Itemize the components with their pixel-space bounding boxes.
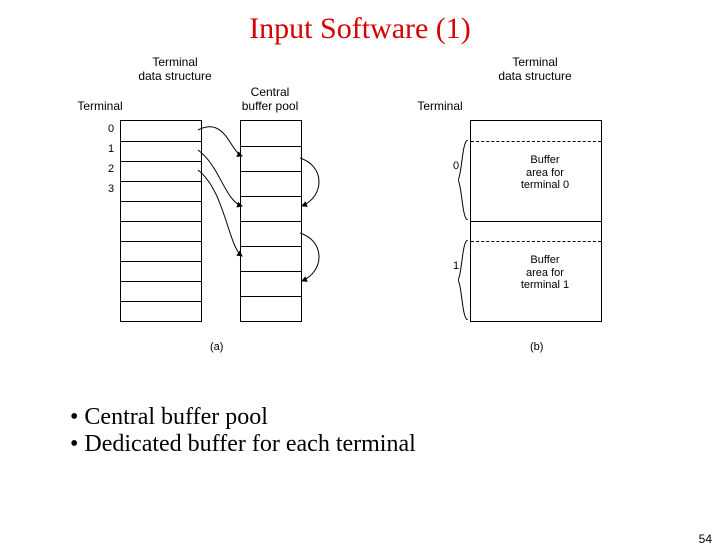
arrows-a	[80, 56, 340, 336]
label-buf1: Bufferarea forterminal 1	[510, 254, 580, 292]
bullet-list: Central buffer pool Dedicated buffer for…	[70, 404, 720, 458]
brace-1	[458, 240, 470, 320]
page-number: 54	[699, 532, 712, 546]
label-tds-b: Terminaldata structure	[480, 56, 590, 84]
bullet-1: Central buffer pool	[70, 404, 720, 431]
brace-0	[458, 140, 470, 220]
diagram-area: Terminaldata structure Terminal Centralb…	[80, 56, 640, 396]
page-title: Input Software (1)	[0, 12, 720, 46]
caption-a: (a)	[210, 341, 223, 353]
label-terminal-b: Terminal	[410, 100, 470, 114]
bullet-2: Dedicated buffer for each terminal	[70, 431, 720, 458]
caption-b: (b)	[530, 341, 543, 353]
label-buf0: Bufferarea forterminal 0	[510, 154, 580, 192]
